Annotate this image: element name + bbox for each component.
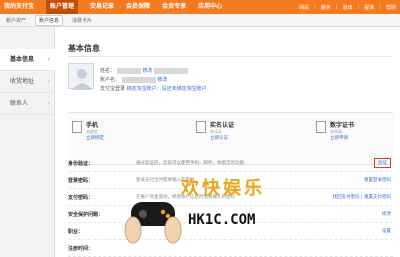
profile-login-row: 支付宝登录 绑定淘宝账户：没还未绑定淘宝账户 [100,85,207,92]
card-real-name: 实名认证 未认证 立即认证 [196,119,286,159]
gamepad-hands-icon [124,202,182,244]
sidebar-item-label: 联系人 [10,100,29,107]
sidebar-item-shipping-address[interactable]: 收货地址 › [0,71,55,93]
link-service[interactable]: 服务 [321,4,331,11]
divider [68,56,393,57]
bind-phone-link[interactable]: 立即绑定 [86,135,104,141]
page-title: 基本信息 [68,44,100,53]
sidebar-item-contacts[interactable]: 联系人 › [0,93,55,115]
payment-password-links[interactable]: 找回支付密码 | 重置支付密码 [333,194,391,200]
sidebar-item-label: 基本信息 [10,56,35,63]
edit-name-link[interactable]: 修改 [142,68,152,74]
link-logout[interactable]: 退出 [343,4,353,11]
verify-button[interactable]: 验证 [374,158,391,168]
row-label: 职业： [68,229,84,235]
card-title: 手机 [86,122,99,129]
phone-icon [72,121,82,133]
bind-taobao-link[interactable]: 绑定淘宝账户：没还未绑定淘宝账户 [127,86,207,92]
sidebar-item-basic-info[interactable]: 基本信息 › [0,49,55,71]
nav-member-protection[interactable]: 会员保障 [126,0,150,14]
user-silhouette-icon [72,69,92,90]
profile-account-row: 账户名： 修改 [100,76,167,83]
tab-account-info[interactable]: 账户信息 [35,15,64,26]
apply-now-link[interactable]: 立即申请 [330,135,348,141]
sub-nav: 账户资产 账户信息 消费卡片 [6,14,101,27]
sidebar-item-label: 收货地址 [10,78,35,85]
avatar[interactable] [68,63,94,90]
masked-name [116,67,141,74]
profile-name-row: 姓名： 修改 [100,67,188,74]
row-label: 身份验证： [68,161,94,167]
set-occupation-link[interactable]: 设置 [382,228,391,234]
certificate-icon [316,121,326,133]
masked-account [121,76,156,83]
top-nav-bar: 我的支付宝 账户管理 交易记录 会员保障 会员专享 应用中心 网站 | 服务 |… [0,0,400,14]
card-title: 实名认证 [210,122,235,129]
nav-my-alipay[interactable]: 我的支付宝 [4,0,34,14]
chevron-right-icon: › [47,56,50,63]
name-label: 姓名： [100,68,116,74]
nav-account-management[interactable]: 账户管理 [46,0,79,14]
watermark-en-text: HK1C.COM [188,212,256,228]
account-label: 账户名： [100,77,121,83]
masked-value [153,67,188,74]
nav-app-center[interactable]: 应用中心 [198,0,222,14]
verify-now-link[interactable]: 立即认证 [210,135,228,141]
reset-login-password-link[interactable]: 重置登录密码 [364,177,391,183]
sidebar: 基本信息 › 收货地址 › 联系人 › [0,27,55,257]
card-title: 数字证书 [330,122,355,129]
divider: | [357,4,360,10]
sub-nav-bar: 账户资产 账户信息 消费卡片 [0,14,400,27]
divider: | [379,4,381,10]
top-links: 网站 | 服务 | 退出 | 提体 | 帮助 [294,0,396,14]
edit-security-question-link[interactable]: 修改 [382,211,391,217]
tab-account-assets[interactable]: 账户资产 [6,17,26,24]
link-feedback[interactable]: 提体 [364,4,374,11]
id-card-icon [196,121,206,133]
divider: | [335,4,338,10]
watermark-logo: 欢快娱乐 HK1C.COM [123,168,263,257]
watermark-cn-text: 欢快娱乐 [181,178,265,199]
link-site[interactable]: 网站 [299,4,309,11]
card-phone: 手机 未绑定 立即绑定 [72,119,162,159]
link-help[interactable]: 帮助 [386,4,396,11]
divider: | [314,4,316,10]
row-label: 登录密码： [68,178,94,184]
tab-consumer-cards[interactable]: 消费卡片 [72,17,92,24]
login-label: 支付宝登录 [100,86,126,92]
nav-transactions[interactable]: 交易记录 [90,0,114,14]
row-description: 通过验证后，您就可以使用手机：邮件，余额宝的功能 [136,161,244,166]
card-certificate: 数字证书 未申请 立即申请 [316,119,400,159]
row-label: 支付密码： [68,195,94,201]
nav-member-exclusive[interactable]: 会员专享 [162,0,186,14]
edit-account-link[interactable]: 修改 [157,77,167,83]
row-label: 注册时间： [68,246,94,252]
chevron-right-icon: › [47,78,50,85]
chevron-right-icon: › [47,100,50,107]
top-nav: 我的支付宝 账户管理 交易记录 会员保障 会员专享 应用中心 [4,0,234,14]
row-label: 安全保护问题： [68,212,104,218]
